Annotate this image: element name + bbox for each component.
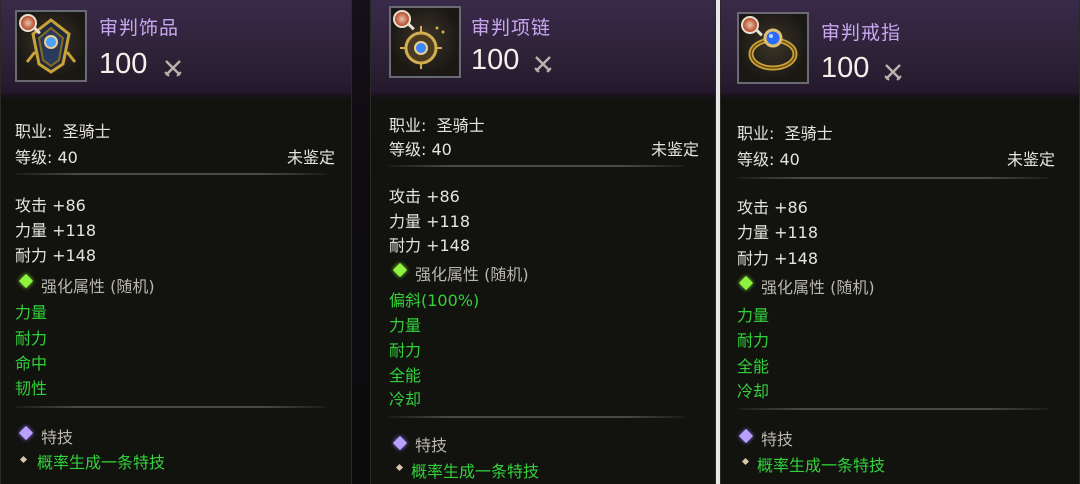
enhance-label: 强化属性 (随机) <box>41 277 155 296</box>
skill-desc: 概率生成一条特技 <box>757 456 886 475</box>
class-label: 职业: <box>389 116 427 135</box>
stat-attack: 攻击 +86 <box>389 187 460 206</box>
class-value: 圣骑士 <box>436 116 485 135</box>
skill-desc: 概率生成一条特技 <box>37 453 166 472</box>
stat-strength: 力量 +118 <box>389 212 471 231</box>
item-power: 100 <box>99 48 148 80</box>
item-name: 审判戒指 <box>821 22 902 44</box>
random-attr: 耐力 <box>15 329 48 348</box>
inspect-icon <box>19 14 37 32</box>
random-attr: 偏斜(100%) <box>389 291 480 310</box>
level-value: 40 <box>431 140 452 159</box>
random-attr: 韧性 <box>15 379 48 398</box>
item-icon-frame[interactable] <box>15 10 87 82</box>
crossed-swords-icon <box>884 64 902 81</box>
level-row: 等级: 40 <box>737 146 800 170</box>
enhance-label: 强化属性 (随机) <box>761 278 875 297</box>
tooltip-header: 审判饰品 100 <box>1 0 351 100</box>
random-attr: 耐力 <box>737 331 770 350</box>
level-value: 40 <box>57 148 78 167</box>
level-label: 等级: <box>15 148 53 167</box>
status-text: 未鉴定 <box>650 140 699 159</box>
stat-strength: 力量 +118 <box>737 223 819 242</box>
tooltip-header: 审判戒指 100 <box>721 0 1079 100</box>
divider <box>389 416 685 418</box>
random-attr: 耐力 <box>389 341 422 360</box>
enhance-label: 强化属性 (随机) <box>415 265 529 284</box>
inspect-icon <box>393 10 411 28</box>
random-attr: 冷却 <box>737 382 770 401</box>
class-value: 圣骑士 <box>62 122 111 141</box>
stat-attack: 攻击 +86 <box>15 196 86 215</box>
item-icon-frame[interactable] <box>389 6 461 78</box>
class-label: 职业: <box>15 122 53 141</box>
level-label: 等级: <box>389 140 427 159</box>
item-name: 审判饰品 <box>99 17 180 39</box>
random-attr: 命中 <box>15 354 48 373</box>
green-gem-icon <box>392 262 408 278</box>
status-text: 未鉴定 <box>1006 150 1055 169</box>
item-tooltip-trinket: 审判饰品 100 职业: 圣骑士 等级: 40 未鉴定 攻击 +86 力量 +1… <box>0 0 352 484</box>
skill-desc: 概率生成一条特技 <box>411 462 540 481</box>
stat-stamina: 耐力 +148 <box>389 236 471 255</box>
crossed-swords-icon <box>534 56 552 73</box>
skill-label: 特技 <box>761 430 794 449</box>
item-power: 100 <box>471 44 520 76</box>
divider <box>737 408 1049 410</box>
level-value: 40 <box>779 150 800 169</box>
random-attr: 力量 <box>389 316 422 335</box>
stat-attack: 攻击 +86 <box>737 198 808 217</box>
status-text: 未鉴定 <box>286 148 335 167</box>
class-label: 职业: <box>737 124 775 143</box>
stat-stamina: 耐力 +148 <box>737 249 819 268</box>
inspect-icon <box>741 16 759 34</box>
panel-gap <box>352 0 370 484</box>
class-row: 职业: 圣骑士 <box>389 112 485 136</box>
skill-label: 特技 <box>41 428 74 447</box>
item-icon-frame[interactable] <box>737 12 809 84</box>
class-row: 职业: 圣骑士 <box>15 118 111 142</box>
bullet-icon <box>19 455 28 464</box>
class-row: 职业: 圣骑士 <box>737 120 833 144</box>
item-tooltip-necklace: 审判项链 100 职业: 圣骑士 等级: 40 未鉴定 攻击 +86 力量 +1… <box>370 0 716 484</box>
purple-gem-icon <box>18 425 34 441</box>
random-attr: 力量 <box>15 303 48 322</box>
random-attr: 力量 <box>737 306 770 325</box>
level-label: 等级: <box>737 150 775 169</box>
divider <box>737 177 1049 179</box>
crossed-swords-icon <box>164 60 182 77</box>
stat-strength: 力量 +118 <box>15 221 97 240</box>
skill-label: 特技 <box>415 436 448 455</box>
level-row: 等级: 40 <box>389 136 452 160</box>
bullet-icon <box>395 463 404 472</box>
level-row: 等级: 40 <box>15 144 78 168</box>
random-attr: 全能 <box>389 366 422 385</box>
purple-gem-icon <box>738 428 754 444</box>
green-gem-icon <box>18 273 34 289</box>
green-gem-icon <box>738 275 754 291</box>
item-tooltip-ring: 审判戒指 100 职业: 圣骑士 等级: 40 未鉴定 攻击 +86 力量 +1… <box>720 0 1080 484</box>
divider <box>15 406 327 408</box>
class-value: 圣骑士 <box>784 124 833 143</box>
bullet-icon <box>741 457 750 466</box>
item-power: 100 <box>821 52 870 84</box>
item-name: 审判项链 <box>471 17 552 39</box>
random-attr: 全能 <box>737 357 770 376</box>
tooltip-header: 审判项链 100 <box>371 0 715 100</box>
random-attr: 冷却 <box>389 390 422 409</box>
divider <box>15 173 327 175</box>
stat-stamina: 耐力 +148 <box>15 246 97 265</box>
divider <box>389 165 685 167</box>
purple-gem-icon <box>392 435 408 451</box>
